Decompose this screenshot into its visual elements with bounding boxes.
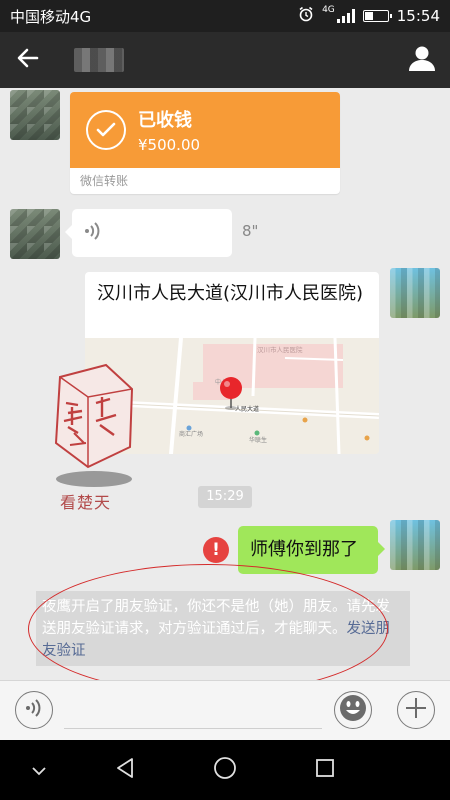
- signal-icon: [336, 9, 355, 23]
- home-circle-icon: [213, 756, 237, 784]
- check-circle-icon: [86, 110, 126, 150]
- message-input[interactable]: [64, 693, 322, 729]
- voice-mode-button[interactable]: [15, 691, 53, 729]
- network-badge: 4G: [322, 5, 335, 15]
- nav-back-button[interactable]: [110, 755, 140, 785]
- map-label-shop: 华联生: [249, 436, 267, 444]
- emoji-icon: [338, 693, 368, 727]
- chevron-down-icon: [31, 761, 47, 780]
- map-label-plaza: 商汇广场: [179, 430, 203, 438]
- notice-text: 夜鹰开启了朋友验证，你还不是他（她）朋友。请先发送朋友验证请求，对方验证通过后，…: [42, 599, 390, 637]
- sent-message[interactable]: 师傅你到那了: [238, 526, 385, 574]
- plus-icon: [405, 697, 427, 723]
- avatar[interactable]: [390, 520, 440, 570]
- map-label-road: 人民大道: [235, 405, 259, 413]
- transfer-footer: 微信转账: [80, 174, 129, 188]
- nav-home-button[interactable]: [210, 755, 240, 785]
- profile-icon: [408, 44, 436, 76]
- voice-wave-icon: [84, 221, 102, 245]
- alarm-icon: [298, 6, 314, 26]
- carrier-label: 中国移动4G: [10, 7, 92, 26]
- map-label-hospital: 汉川市人民医院: [257, 345, 303, 354]
- send-failed-icon[interactable]: !: [203, 537, 229, 563]
- avatar[interactable]: [390, 268, 440, 318]
- back-triangle-icon: [114, 757, 136, 783]
- emoji-button[interactable]: [334, 691, 372, 729]
- friend-verification-notice: 夜鹰开启了朋友验证，你还不是他（她）朋友。请先发送朋友验证请求，对方验证通过后，…: [36, 591, 410, 666]
- clock: 15:54: [396, 7, 440, 25]
- voice-message[interactable]: [65, 209, 232, 257]
- avatar[interactable]: [10, 209, 60, 259]
- transfer-card[interactable]: 已收钱 ¥500.00 微信转账: [70, 92, 340, 194]
- chat-area[interactable]: 已收钱 ¥500.00 微信转账 8" 汉川市人民大道(汉川市人民医院) 汉川市…: [0, 88, 450, 680]
- time-stamp: 15:29: [198, 486, 252, 508]
- navigation-bar: [0, 740, 450, 800]
- watermark-logo: 看楚天: [38, 363, 138, 512]
- back-arrow-icon: [16, 46, 40, 74]
- hide-keyboard-button[interactable]: [24, 755, 54, 785]
- location-title: 汉川市人民大道(汉川市人民医院): [97, 283, 364, 304]
- recents-square-icon: [315, 758, 335, 782]
- avatar[interactable]: [10, 90, 60, 140]
- nav-recents-button[interactable]: [310, 755, 340, 785]
- contact-name-blurred: [74, 48, 124, 72]
- transfer-card-body: 已收钱 ¥500.00: [70, 92, 340, 168]
- status-bar: 中国移动4G 4G 15:54: [0, 0, 450, 32]
- transfer-status: 已收钱: [138, 110, 192, 131]
- profile-button[interactable]: [404, 42, 440, 78]
- transfer-amount: ¥500.00: [138, 136, 201, 154]
- more-options-button[interactable]: [397, 691, 435, 729]
- voice-duration: 8": [242, 222, 259, 240]
- voice-mode-icon: [25, 698, 43, 722]
- status-icons: 4G 15:54: [298, 5, 440, 26]
- back-button[interactable]: [0, 32, 56, 88]
- input-bar: [0, 680, 450, 740]
- battery-icon: [362, 10, 392, 22]
- watermark-caption: 看楚天: [60, 493, 112, 512]
- title-bar: [0, 32, 450, 88]
